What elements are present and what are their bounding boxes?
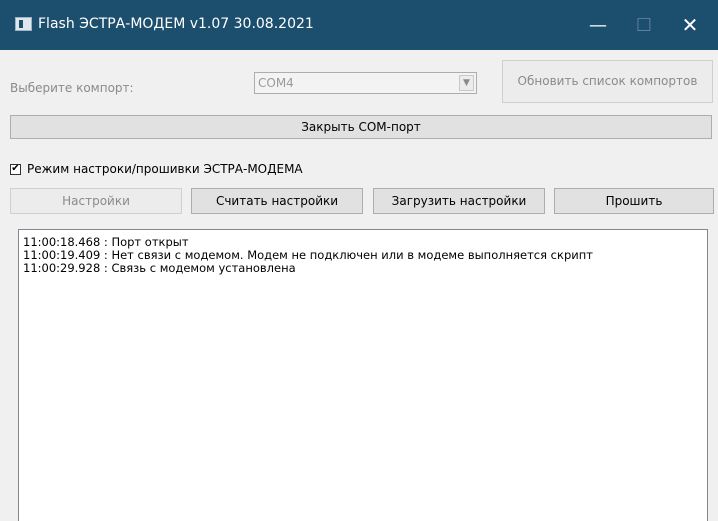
port-select[interactable]: COM4 ▼ [254,72,477,94]
window-title: Flash ЭСТРА-МОДЕМ v1.07 30.08.2021 [38,16,314,32]
mode-checkbox-label[interactable]: Режим настроки/прошивки ЭСТРА-МОДЕМА [27,162,303,176]
mode-checkbox-row[interactable]: ✔ Режим настроки/прошивки ЭСТРА-МОДЕМА [10,161,303,177]
minimize-button[interactable]: — [575,0,621,50]
refresh-ports-button[interactable]: Обновить список компортов [502,60,713,103]
mode-checkbox[interactable]: ✔ [10,163,21,175]
chevron-down-icon[interactable]: ▼ [459,75,474,91]
read-settings-button[interactable]: Считать настройки [191,188,363,214]
close-window-button[interactable]: ✕ [667,0,713,50]
maximize-button[interactable]: ☐ [621,0,667,50]
port-label: Выберите компорт: [10,81,134,95]
app-icon [15,17,32,31]
close-port-button[interactable]: Закрыть COM-порт [10,115,712,139]
port-select-value: COM4 [258,76,294,90]
log-textarea[interactable]: 11:00:18.468 : Порт открыт 11:00:19.409 … [18,229,708,521]
title-bar: Flash ЭСТРА-МОДЕМ v1.07 30.08.2021 — ☐ ✕ [0,0,718,50]
flash-button[interactable]: Прошить [554,188,714,214]
log-line: 11:00:29.928 : Связь с модемом установле… [23,261,296,275]
load-settings-button[interactable]: Загрузить настройки [373,188,545,214]
settings-button[interactable]: Настройки [10,188,182,214]
